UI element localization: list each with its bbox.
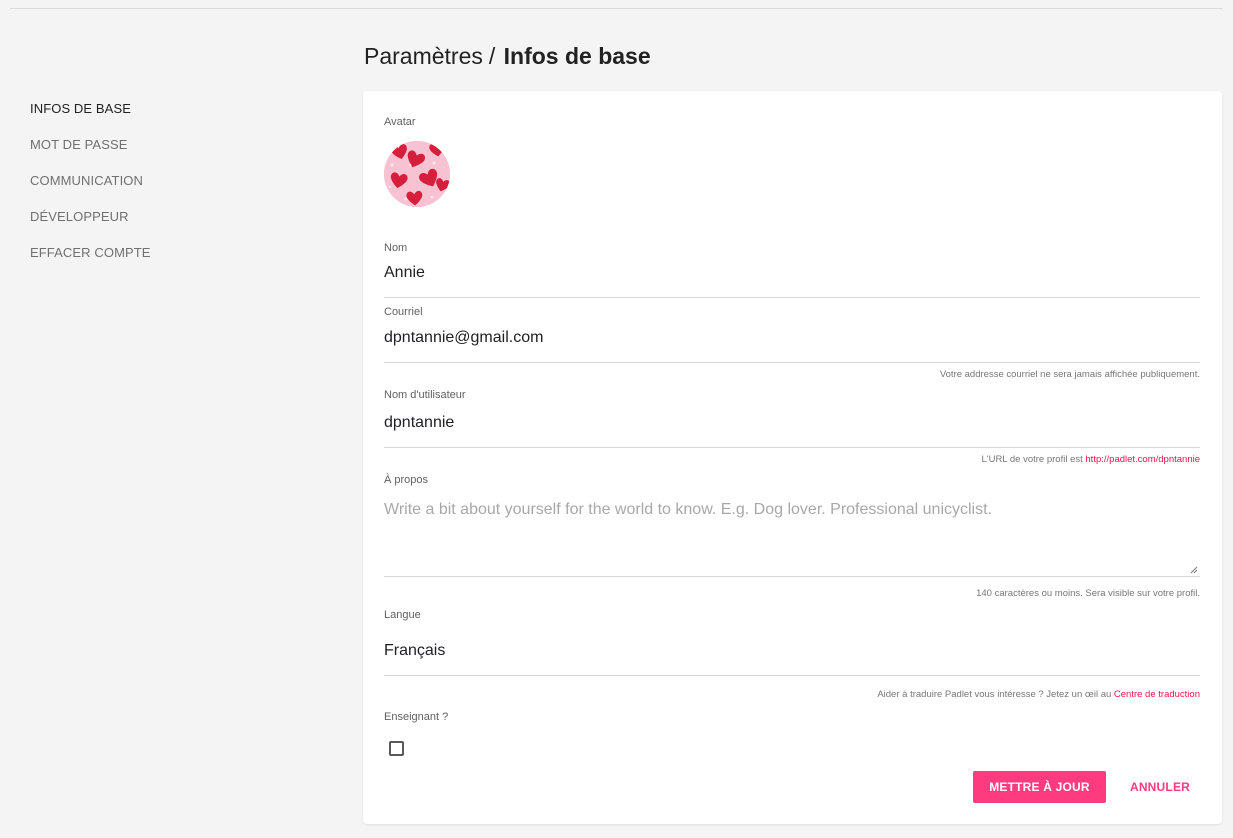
resize-handle-icon[interactable] bbox=[1190, 566, 1198, 574]
settings-card: Avatar Nom Annie Courriel dpntannie@gmai… bbox=[363, 91, 1222, 824]
sidebar-item-communication[interactable]: COMMUNICATION bbox=[30, 172, 270, 190]
settings-sidebar: INFOS DE BASE MOT DE PASSE COMMUNICATION… bbox=[30, 100, 270, 280]
name-label: Nom bbox=[384, 242, 408, 254]
about-label: À propos bbox=[384, 474, 429, 486]
cancel-button[interactable]: ANNULER bbox=[1115, 771, 1205, 803]
language-select[interactable]: Français bbox=[384, 641, 1200, 676]
breadcrumb-separator: / bbox=[488, 43, 496, 69]
translation-center-link[interactable]: Centre de traduction bbox=[1114, 689, 1200, 700]
translation-helper: Aider à traduire Padlet vous intéresse ?… bbox=[877, 689, 1200, 701]
name-field[interactable]: Annie bbox=[384, 263, 1200, 298]
top-divider bbox=[10, 8, 1223, 9]
avatar-label: Avatar bbox=[384, 116, 416, 128]
translation-helper-prefix: Aider à traduire Padlet vous intéresse ?… bbox=[877, 689, 1112, 700]
sidebar-item-delete-account[interactable]: EFFACER COMPTE bbox=[30, 244, 270, 262]
breadcrumb-current: Infos de base bbox=[503, 43, 651, 69]
profile-url-link[interactable]: http://padlet.com/dpntannie bbox=[1085, 454, 1200, 465]
page-title: Paramètres / Infos de base bbox=[364, 42, 651, 70]
teacher-label: Enseignant ? bbox=[384, 711, 449, 723]
sidebar-item-developer[interactable]: DÉVELOPPEUR bbox=[30, 208, 270, 226]
username-label: Nom d'utilisateur bbox=[384, 389, 466, 401]
language-label: Langue bbox=[384, 609, 421, 621]
sidebar-item-password[interactable]: MOT DE PASSE bbox=[30, 136, 270, 154]
hearts-pattern-avatar-icon bbox=[384, 141, 450, 207]
profile-url-helper: L'URL de votre profil est http://padlet.… bbox=[981, 454, 1200, 466]
email-field[interactable]: dpntannie@gmail.com bbox=[384, 328, 1200, 363]
breadcrumb-parent[interactable]: Paramètres bbox=[364, 43, 483, 69]
update-button[interactable]: METTRE À JOUR bbox=[973, 771, 1106, 803]
email-helper-text: Votre addresse courriel ne sera jamais a… bbox=[939, 369, 1200, 380]
avatar[interactable] bbox=[384, 141, 450, 207]
about-helper-text: 140 caractères ou moins. Sera visible su… bbox=[976, 588, 1200, 599]
username-field[interactable]: dpntannie bbox=[384, 413, 1200, 448]
profile-url-prefix: L'URL de votre profil est bbox=[981, 454, 1083, 465]
about-textarea[interactable]: Write a bit about yourself for the world… bbox=[384, 500, 1200, 577]
sidebar-item-basic-info[interactable]: INFOS DE BASE bbox=[30, 100, 270, 118]
about-placeholder: Write a bit about yourself for the world… bbox=[384, 501, 992, 518]
teacher-checkbox[interactable] bbox=[389, 741, 404, 756]
email-label: Courriel bbox=[384, 306, 423, 318]
